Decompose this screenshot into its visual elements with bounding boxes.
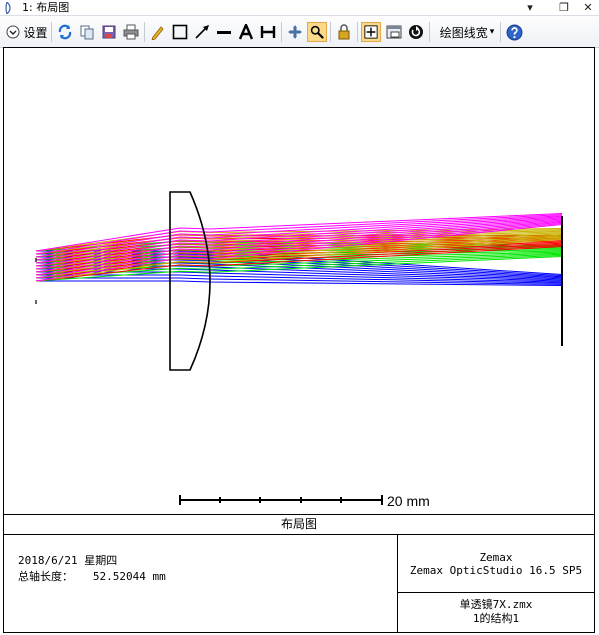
window-close-button[interactable]: ✕ bbox=[579, 1, 597, 15]
copy-icon bbox=[80, 25, 94, 40]
settings-label: 设置 bbox=[23, 25, 48, 40]
window-title: 1: 布局图 bbox=[22, 1, 70, 14]
dimension-button[interactable] bbox=[258, 22, 278, 42]
date-text: 2018/6/21 星期四 bbox=[18, 554, 118, 567]
save-icon bbox=[102, 25, 116, 39]
ray-line bbox=[36, 274, 563, 284]
fit-button[interactable] bbox=[361, 22, 381, 42]
chevron-down-icon: ▾ bbox=[489, 27, 495, 37]
print-button[interactable] bbox=[121, 22, 141, 42]
rectangle-button[interactable] bbox=[170, 22, 190, 42]
window-button[interactable] bbox=[384, 22, 404, 42]
toolbar: 设置 绘图线宽 ▾ bbox=[0, 17, 599, 48]
pan-button[interactable] bbox=[285, 22, 305, 42]
pan-icon bbox=[288, 25, 302, 39]
window-icon bbox=[386, 25, 402, 39]
toolbar-separator bbox=[357, 22, 358, 42]
line-button[interactable] bbox=[214, 22, 234, 42]
file-info: 单透镜7X.zmx 1的结构1 bbox=[398, 598, 594, 626]
linewidth-dropdown[interactable]: 绘图线宽 ▾ bbox=[437, 22, 497, 42]
lock-button[interactable] bbox=[334, 22, 354, 42]
layout-plot-frame: 20 mm 布局图 2018/6/21 星期四总轴长度： 52.52044 mm… bbox=[3, 47, 595, 633]
text-icon bbox=[238, 24, 254, 40]
pencil-icon bbox=[151, 26, 164, 40]
layout-plot: 20 mm bbox=[35, 191, 563, 509]
settings-dropdown[interactable]: 设置 bbox=[4, 22, 50, 42]
toolbar-separator bbox=[429, 22, 430, 42]
scale-bar bbox=[179, 495, 383, 505]
product-info: Zemax Zemax OpticStudio 16.5 SP5 bbox=[398, 551, 594, 577]
pencil-button[interactable] bbox=[148, 22, 168, 42]
toolbar-separator bbox=[330, 22, 331, 42]
lock-icon bbox=[338, 24, 350, 40]
linewidth-label: 绘图线宽 bbox=[439, 25, 488, 40]
file-name: 单透镜7X.zmx bbox=[459, 598, 533, 611]
text-button[interactable] bbox=[236, 22, 256, 42]
axial-length-text: 总轴长度： 52.52044 mm bbox=[18, 570, 166, 583]
product-version: Zemax OpticStudio 16.5 SP5 bbox=[409, 564, 583, 577]
chevron-down-circle-icon bbox=[6, 25, 20, 39]
fit-icon bbox=[364, 25, 378, 39]
toolbar-separator bbox=[281, 22, 282, 42]
copy-button[interactable] bbox=[77, 22, 97, 42]
auto-update-icon bbox=[409, 25, 423, 39]
rectangle-icon bbox=[172, 24, 188, 40]
toolbar-separator bbox=[144, 22, 145, 42]
dimension-icon bbox=[260, 26, 276, 38]
auto-update-button[interactable] bbox=[406, 22, 426, 42]
refresh-icon bbox=[58, 24, 72, 40]
scale-bar-label: 20 mm bbox=[387, 493, 430, 509]
toolbar-separator bbox=[500, 22, 501, 42]
help-button[interactable] bbox=[504, 22, 524, 42]
configuration-label: 1的结构1 bbox=[472, 612, 520, 625]
line-icon bbox=[217, 31, 231, 34]
window-menu-button[interactable]: ▾ bbox=[521, 1, 539, 15]
zoom-button[interactable] bbox=[307, 22, 327, 42]
zoom-icon bbox=[310, 25, 324, 39]
save-button[interactable] bbox=[99, 22, 119, 42]
print-icon bbox=[123, 24, 139, 40]
toolbar-separator bbox=[51, 22, 52, 42]
window-restore-button[interactable]: ❐ bbox=[555, 1, 573, 15]
window-titlebar: 1: 布局图 ▾ ❐ ✕ bbox=[0, 0, 599, 16]
info-left-panel: 2018/6/21 星期四总轴长度： 52.52044 mm bbox=[18, 553, 166, 585]
arrow-icon bbox=[195, 25, 209, 39]
lens-app-icon bbox=[5, 2, 11, 14]
help-icon bbox=[506, 24, 522, 40]
info-divider bbox=[397, 592, 594, 593]
refresh-button[interactable] bbox=[55, 22, 75, 42]
product-name: Zemax bbox=[479, 551, 513, 564]
layout-plot-area[interactable]: 20 mm bbox=[4, 48, 594, 514]
plot-caption: 布局图 bbox=[4, 514, 594, 535]
arrow-button[interactable] bbox=[192, 22, 212, 42]
ray-fans bbox=[35, 213, 563, 286]
